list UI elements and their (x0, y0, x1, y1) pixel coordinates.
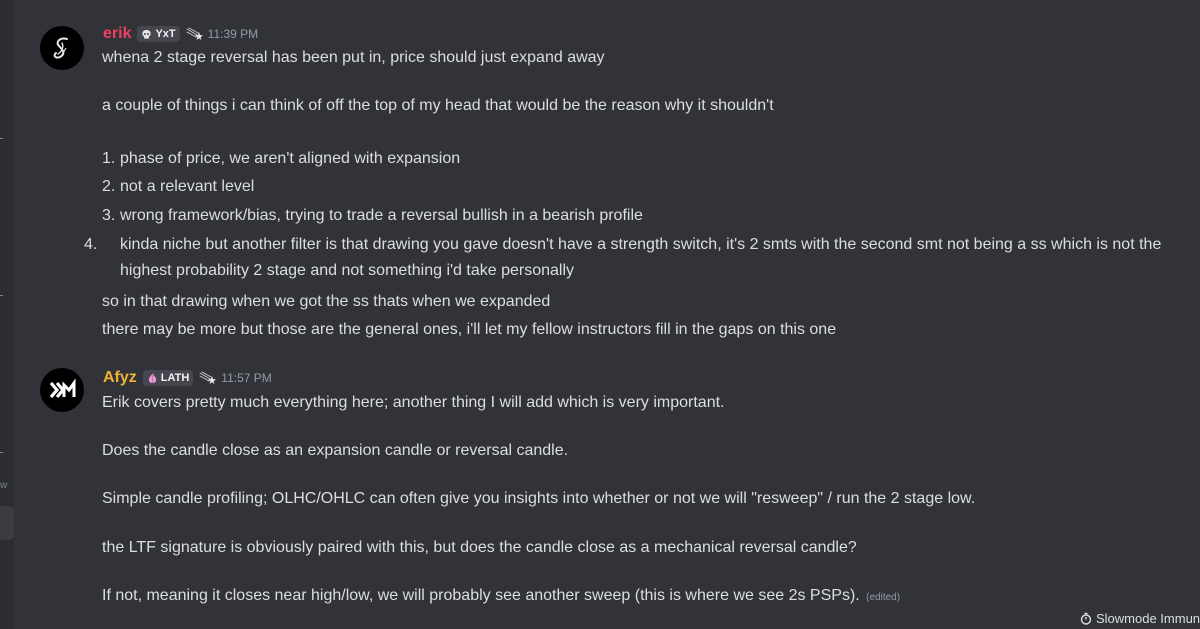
list-item: 3. wrong framework/bias, trying to trade … (102, 203, 643, 229)
sidebar-divider (0, 295, 3, 296)
username[interactable]: erik (103, 25, 131, 43)
message-text: there may be more but those are the gene… (102, 321, 837, 338)
slowmode-label: Slowmode Immune (1096, 611, 1200, 626)
list-text: kinda niche but another filter is that d… (120, 236, 1162, 279)
edited-label: (edited) (866, 592, 901, 603)
slowmode-indicator: Slowmode Immune (1080, 611, 1200, 626)
message-text: Erik covers pretty much everything here;… (102, 394, 725, 411)
skull-icon (141, 29, 152, 40)
message-text: so in that drawing when we got the ss th… (102, 293, 551, 310)
message-text-content: If not, meaning it closes near high/low,… (102, 587, 860, 604)
sidebar-letter: w (0, 480, 8, 491)
sidebar-divider (0, 452, 3, 453)
list-item: 4. kinda niche but another filter is that… (84, 232, 1200, 284)
message-text: whena 2 stage reversal has been put in, … (102, 49, 605, 66)
onion-icon (147, 372, 158, 384)
list-item: 2. not a relevant level (102, 174, 254, 200)
message-header: erik YxT 11:39 PM (103, 24, 258, 44)
list-number: 1. (102, 150, 116, 167)
role-tag-label: LATH (160, 372, 190, 384)
list-number: 4. (84, 236, 98, 253)
role-tag[interactable]: YxT (137, 26, 180, 42)
stopwatch-icon (1080, 612, 1092, 625)
message-text: the LTF signature is obviously paired wi… (102, 539, 857, 556)
list-text: phase of price, we aren't aligned with e… (120, 150, 461, 167)
message-header: Afyz LATH 11:57 PM (103, 368, 272, 388)
list-number: 3. (102, 207, 116, 224)
shooting-star-icon (186, 27, 204, 41)
message-text: If not, meaning it closes near high/low,… (102, 586, 900, 608)
list-text: not a relevant level (120, 178, 255, 195)
sidebar-selected-tile[interactable] (0, 506, 14, 540)
list-item: 1. phase of price, we aren't aligned with… (102, 146, 460, 172)
script-logo-icon (53, 37, 68, 59)
monogram-logo-icon (49, 378, 76, 399)
message-text: a couple of things i can think of off th… (102, 97, 774, 114)
sidebar-divider (0, 138, 3, 139)
shooting-star-icon (199, 371, 217, 385)
role-tag[interactable]: LATH (142, 370, 194, 386)
list-text: wrong framework/bias, trying to trade a … (120, 207, 643, 224)
avatar-afyz[interactable] (40, 368, 84, 412)
timestamp[interactable]: 11:57 PM (221, 371, 271, 385)
username[interactable]: Afyz (103, 369, 137, 387)
avatar-erik[interactable] (40, 26, 84, 70)
message-text: Simple candle profiling; OLHC/OHLC can o… (102, 490, 976, 507)
list-number: 2. (102, 178, 116, 195)
role-tag-label: YxT (155, 28, 176, 40)
message-text: Does the candle close as an expansion ca… (102, 442, 569, 459)
timestamp[interactable]: 11:39 PM (208, 27, 258, 41)
